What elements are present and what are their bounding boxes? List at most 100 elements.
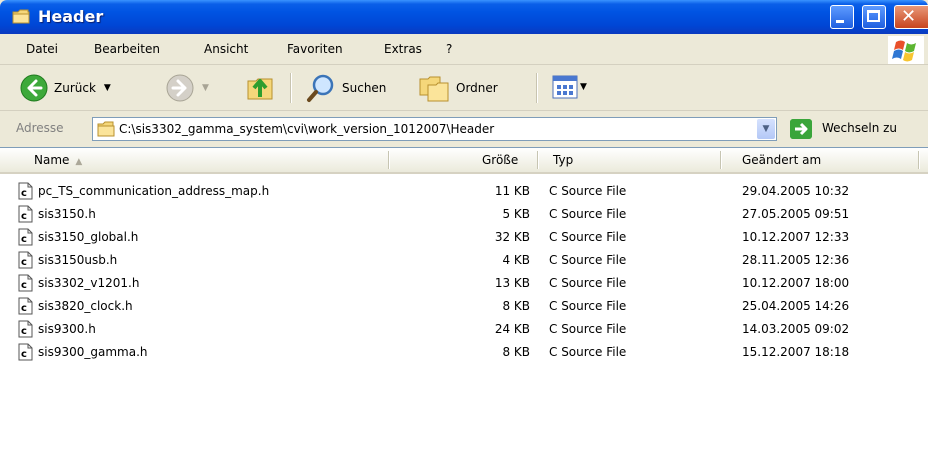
maximize-button[interactable] xyxy=(862,5,886,29)
table-row[interactable]: c sis9300.h 24 KB C Source File 14.03.2005 0… xyxy=(0,319,928,341)
toolbar-separator xyxy=(290,73,292,103)
search-label: Suchen xyxy=(342,81,387,95)
c-source-file-icon: c xyxy=(18,274,33,292)
svg-text:c: c xyxy=(21,303,27,314)
up-button[interactable] xyxy=(246,71,276,103)
file-type: C Source File xyxy=(549,299,627,313)
table-row[interactable]: c sis3302_v1201.h 13 KB C Source File 10.12.… xyxy=(0,273,928,295)
c-source-file-icon: c xyxy=(18,320,33,338)
svg-text:c: c xyxy=(21,211,27,222)
menu-favoriten[interactable]: Favoriten xyxy=(287,42,343,56)
file-size: 8 KB xyxy=(502,299,530,313)
folders-icon xyxy=(419,76,449,102)
go-arrow-icon[interactable] xyxy=(790,119,812,139)
column-size[interactable]: Größe xyxy=(482,153,518,167)
folder-up-icon xyxy=(247,78,273,100)
folder-icon xyxy=(12,9,30,24)
svg-text:c: c xyxy=(21,234,27,245)
c-source-file-icon: c xyxy=(18,228,33,246)
file-size: 13 KB xyxy=(494,276,530,290)
forward-button[interactable]: ▼ xyxy=(166,74,209,102)
minimize-button[interactable] xyxy=(830,5,854,29)
svg-text:c: c xyxy=(21,349,27,360)
file-modified: 29.04.2005 10:32 xyxy=(742,184,850,198)
table-row[interactable]: c sis9300_gamma.h 8 KB C Source File 15.12.2… xyxy=(0,342,928,364)
close-button[interactable]: ✕ xyxy=(894,5,928,29)
file-name: sis3150_global.h xyxy=(38,230,139,244)
file-size: 32 KB xyxy=(494,230,530,244)
file-modified: 10.12.2007 18:00 xyxy=(742,276,850,290)
file-type: C Source File xyxy=(549,253,627,267)
file-size: 4 KB xyxy=(502,253,530,267)
forward-arrow-icon xyxy=(166,74,194,102)
file-type: C Source File xyxy=(549,276,627,290)
address-bar: Adresse C:\sis3302_gamma_system\cvi\work… xyxy=(0,111,928,146)
file-name: sis9300.h xyxy=(38,322,96,336)
column-header: Name ▲ Größe Typ Geändert am xyxy=(0,148,928,174)
file-type: C Source File xyxy=(549,345,627,359)
title-bar[interactable]: Header ✕ xyxy=(0,0,928,34)
svg-text:c: c xyxy=(21,280,27,291)
window-title: Header xyxy=(38,7,104,26)
file-type: C Source File xyxy=(549,230,627,244)
column-type[interactable]: Typ xyxy=(553,153,573,167)
views-dropdown-icon[interactable]: ▼ xyxy=(580,82,587,92)
search-icon xyxy=(307,74,334,102)
file-modified: 15.12.2007 18:18 xyxy=(742,345,850,359)
menu-extras[interactable]: Extras xyxy=(384,42,422,56)
file-name: sis3820_clock.h xyxy=(38,299,133,313)
views-button[interactable]: ▼ xyxy=(552,75,587,99)
folder-icon xyxy=(97,121,115,137)
search-button[interactable]: Suchen xyxy=(306,73,386,103)
folders-button[interactable]: Ordner xyxy=(418,73,498,103)
toolbar: Zurück ▼ ▼ Suchen Ordner ▼ xyxy=(0,65,928,111)
back-arrow-icon xyxy=(20,74,48,102)
table-row[interactable]: c pc_TS_communication_address_map.h 11 KB C… xyxy=(0,181,928,203)
file-type: C Source File xyxy=(549,322,627,336)
menu-ansicht[interactable]: Ansicht xyxy=(204,42,248,56)
c-source-file-icon: c xyxy=(18,205,33,223)
c-source-file-icon: c xyxy=(18,343,33,361)
menu-bearbeiten[interactable]: Bearbeiten xyxy=(94,42,160,56)
file-type: C Source File xyxy=(549,184,627,198)
back-button[interactable]: Zurück ▼ xyxy=(20,74,111,102)
views-icon xyxy=(552,75,578,99)
table-row[interactable]: c sis3150_global.h 32 KB C Source File 10.12… xyxy=(0,227,928,249)
column-divider[interactable] xyxy=(720,151,722,169)
column-name[interactable]: Name ▲ xyxy=(34,153,82,167)
back-label: Zurück xyxy=(54,81,96,95)
file-size: 8 KB xyxy=(502,345,530,359)
go-button[interactable]: Wechseln zu xyxy=(822,121,897,135)
file-name: sis3150.h xyxy=(38,207,96,221)
menu-datei[interactable]: Datei xyxy=(26,42,58,56)
column-divider[interactable] xyxy=(537,151,539,169)
back-dropdown-icon[interactable]: ▼ xyxy=(104,83,111,93)
table-row[interactable]: c sis3150.h 5 KB C Source File 27.05.2005 09… xyxy=(0,204,928,226)
toolbar-separator xyxy=(536,73,538,103)
address-input[interactable]: C:\sis3302_gamma_system\cvi\work_version… xyxy=(92,117,777,141)
column-modified[interactable]: Geändert am xyxy=(742,153,821,167)
file-modified: 27.05.2005 09:51 xyxy=(742,207,850,221)
file-type: C Source File xyxy=(549,207,627,221)
table-row[interactable]: c sis3820_clock.h 8 KB C Source File 25.04.2… xyxy=(0,296,928,318)
c-source-file-icon: c xyxy=(18,297,33,315)
forward-dropdown-icon[interactable]: ▼ xyxy=(202,83,209,93)
file-name: sis9300_gamma.h xyxy=(38,345,148,359)
windows-logo-icon xyxy=(888,36,924,64)
table-row[interactable]: c sis3150usb.h 4 KB C Source File 28.11.2005… xyxy=(0,250,928,272)
file-size: 24 KB xyxy=(494,322,530,336)
file-size: 5 KB xyxy=(502,207,530,221)
sort-ascending-icon: ▲ xyxy=(75,157,83,167)
column-name-label: Name xyxy=(34,153,70,167)
column-divider[interactable] xyxy=(388,151,390,169)
svg-text:c: c xyxy=(21,188,27,199)
file-name: sis3302_v1201.h xyxy=(38,276,140,290)
file-modified: 10.12.2007 12:33 xyxy=(742,230,850,244)
file-name: pc_TS_communication_address_map.h xyxy=(38,184,270,198)
folders-label: Ordner xyxy=(456,81,498,95)
address-dropdown-icon[interactable]: ▼ xyxy=(757,119,775,139)
file-size: 11 KB xyxy=(494,184,530,198)
c-source-file-icon: c xyxy=(18,182,33,200)
column-divider[interactable] xyxy=(918,151,920,169)
menu-help[interactable]: ? xyxy=(446,42,452,56)
